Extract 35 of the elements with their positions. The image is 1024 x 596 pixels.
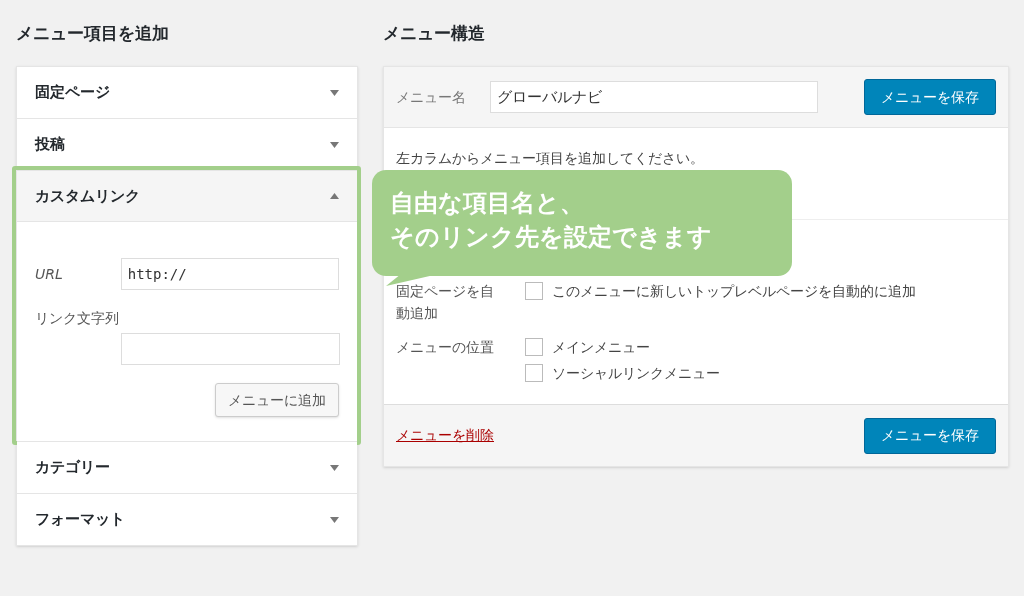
checkbox-label: メインメニュー (552, 337, 650, 357)
setting-label: 固定ページを自動追加 (396, 282, 495, 323)
section-heading: メニュー項目を追加 (16, 22, 170, 45)
accordion-header[interactable]: 固定ページ (17, 67, 357, 118)
accordion-title: カスタムリンク (35, 185, 141, 207)
expand-arrow-icon (330, 89, 339, 96)
accordion-title: カテゴリー (35, 457, 111, 479)
text-field[interactable]: http:// (120, 258, 339, 290)
accordion-header[interactable]: カテゴリー (17, 442, 357, 493)
expand-arrow-icon (330, 141, 339, 148)
instruction-text: 左カラムからメニュー項目を追加してください。 (396, 149, 705, 168)
checkbox[interactable] (525, 282, 543, 300)
save-button[interactable]: メニューを保存 (864, 417, 996, 454)
accordion-header[interactable]: フォーマット (17, 494, 357, 545)
section-heading: メニュー構造 (383, 22, 486, 45)
text-field[interactable] (121, 333, 340, 365)
checkbox[interactable] (525, 364, 543, 382)
accordion-title: フォーマット (35, 509, 126, 531)
accordion-title: 投稿 (35, 134, 66, 156)
accordion-title: 固定ページ (35, 82, 111, 104)
checkbox[interactable] (525, 338, 543, 356)
expand-arrow-icon (330, 516, 339, 523)
field-label: リンク文字列 (35, 309, 120, 328)
setting-label: メニューの位置 (396, 338, 495, 357)
save-button[interactable]: メニューを保存 (864, 79, 996, 115)
checkbox-label: このメニューに新しいトップレベルページを自動的に追加 (552, 281, 916, 301)
field-label: メニュー名 (396, 87, 467, 107)
field-label: URL (35, 264, 64, 284)
menu-name-field[interactable]: グローバルナビ (490, 81, 818, 113)
accordion-header[interactable]: カスタムリンク (17, 171, 357, 222)
delete-menu-link[interactable]: メニューを削除 (396, 425, 494, 446)
expand-arrow-icon (330, 464, 339, 471)
checkbox-label: ソーシャルリンクメニュー (552, 363, 720, 383)
add-to-menu-button[interactable]: メニューに追加 (215, 383, 339, 417)
collapse-arrow-icon (330, 193, 339, 199)
